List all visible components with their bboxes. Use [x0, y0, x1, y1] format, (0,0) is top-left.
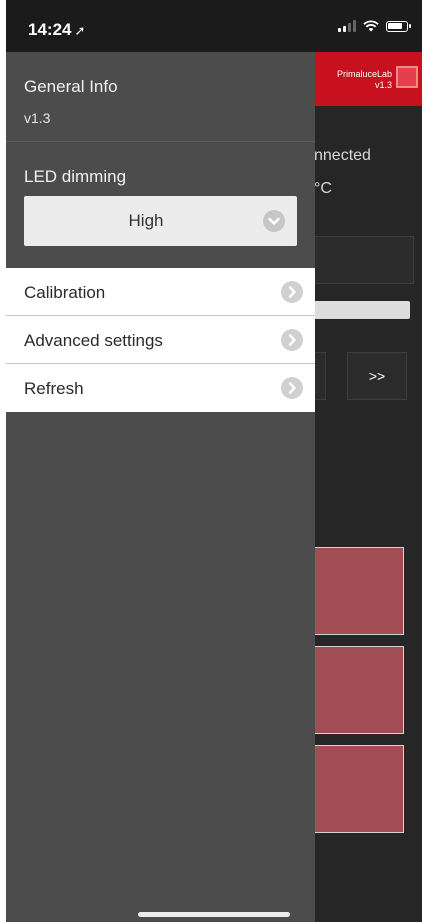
preset-tile[interactable] [312, 547, 404, 635]
signal-icon [338, 20, 356, 32]
menu-item-label: Refresh [24, 379, 84, 398]
progress-bar [314, 301, 410, 319]
status-bar: 14:24 ➚ [6, 0, 422, 52]
chevron-right-icon [281, 281, 303, 303]
home-indicator[interactable] [138, 912, 290, 917]
previous-button[interactable] [314, 352, 326, 400]
preset-tile[interactable] [312, 745, 404, 833]
led-dimming-label: LED dimming [24, 167, 127, 186]
led-dimming-select[interactable]: High [24, 196, 297, 246]
status-time: 14:24 ➚ [28, 20, 85, 40]
menu-item-refresh[interactable]: Refresh [6, 364, 315, 412]
brand-version: v1.3 [374, 80, 392, 90]
wifi-icon [363, 20, 379, 32]
preset-tile[interactable] [312, 646, 404, 734]
next-button[interactable]: >> [347, 352, 407, 400]
side-drawer: General Info v1.3 LED dimming High Calib… [6, 52, 315, 922]
readout-box [314, 236, 414, 284]
divider [6, 141, 315, 142]
general-info-title: General Info [24, 77, 118, 96]
led-dimming-value: High [128, 211, 164, 230]
menu-item-calibration[interactable]: Calibration [6, 268, 315, 316]
status-icons [338, 20, 411, 32]
brand: PrimaluceLab v1.3 [337, 69, 392, 91]
menu-item-advanced-settings[interactable]: Advanced settings [6, 316, 315, 364]
chevron-down-icon [263, 210, 285, 232]
temperature-readout: °C [314, 180, 332, 197]
chevron-right-icon [281, 377, 303, 399]
brand-name: PrimaluceLab [336, 69, 392, 79]
menu-item-label: Advanced settings [24, 331, 163, 350]
version-label: v1.3 [24, 110, 51, 126]
chevron-right-icon [281, 329, 303, 351]
phone-screen: 14:24➚ PrimaluceLab v1.3 nnected °C >> [6, 0, 422, 922]
connection-status: nnected [314, 147, 371, 164]
menu-item-label: Calibration [24, 283, 106, 302]
location-arrow-icon: ➚ [74, 23, 86, 38]
time-text: 14:24 [28, 20, 72, 39]
brand-logo-icon [396, 66, 418, 88]
drawer-menu: Calibration Advanced settings Refresh [6, 268, 315, 412]
battery-icon [386, 20, 411, 32]
